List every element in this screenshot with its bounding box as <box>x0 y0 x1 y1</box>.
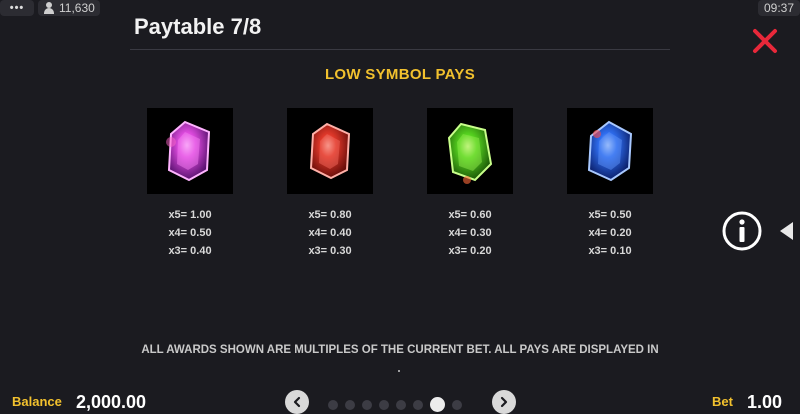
blue-gem-icon <box>567 108 653 194</box>
symbol-card: x5= 0.80 x4= 0.40 x3= 0.30 <box>287 108 373 260</box>
info-icon <box>722 211 762 251</box>
pay-x5: x5= 0.50 <box>588 209 632 221</box>
page-title: Paytable 7/8 <box>134 14 262 39</box>
title-divider <box>130 49 670 50</box>
menu-button[interactable]: ••• <box>0 0 34 16</box>
info-button[interactable] <box>722 211 762 251</box>
user-icon <box>43 2 55 14</box>
close-button[interactable] <box>752 28 778 54</box>
page-dot[interactable] <box>379 399 389 410</box>
chevron-left-icon <box>293 396 301 408</box>
bet-label: Bet <box>712 394 733 409</box>
pay-x4: x4= 0.50 <box>168 227 212 239</box>
symbol-card: x5= 1.00 x4= 0.50 x3= 0.40 <box>147 108 233 260</box>
clock: 09:37 <box>757 0 800 16</box>
pay-x5: x5= 1.00 <box>168 209 212 221</box>
page-dot[interactable] <box>345 399 355 410</box>
pay-x5: x5= 0.60 <box>448 209 492 221</box>
balance-label: Balance <box>12 394 62 409</box>
pay-x4: x4= 0.20 <box>588 227 632 239</box>
pay-x4: x4= 0.40 <box>308 227 352 239</box>
page-dot[interactable] <box>413 399 423 410</box>
page-dot[interactable] <box>396 399 406 410</box>
green-gem-icon <box>427 108 513 194</box>
footer-note: ALL AWARDS SHOWN ARE MULTIPLES OF THE CU… <box>141 344 659 356</box>
pay-x3: x3= 0.10 <box>588 245 632 257</box>
player-count: 11,630 <box>59 1 95 15</box>
pay-x3: x3= 0.30 <box>308 245 352 257</box>
page-dot[interactable] <box>328 399 338 410</box>
next-page-button[interactable] <box>492 390 516 414</box>
close-icon <box>753 29 777 53</box>
page-dot-active[interactable] <box>430 397 445 412</box>
page-indicator <box>328 397 462 412</box>
balance-value: 2,000.00 <box>76 392 147 412</box>
prev-page-button[interactable] <box>285 390 309 414</box>
bet-value[interactable]: 1.00 <box>747 392 782 413</box>
pay-x3: x3= 0.40 <box>168 245 212 257</box>
player-count-badge: 11,630 <box>38 0 100 16</box>
pink-gem-icon <box>147 108 233 194</box>
pay-x3: x3= 0.20 <box>448 245 492 257</box>
symbol-card: x5= 0.50 x4= 0.20 x3= 0.10 <box>567 108 653 260</box>
status-bar: ••• 11,630 <box>0 0 100 16</box>
symbol-card: x5= 0.60 x4= 0.30 x3= 0.20 <box>427 108 513 260</box>
pay-x5: x5= 0.80 <box>308 209 352 221</box>
side-panel-arrow-icon[interactable] <box>780 222 793 240</box>
menu-dots-icon: ••• <box>9 2 25 14</box>
page-dot[interactable] <box>452 399 462 410</box>
section-title: LOW SYMBOL PAYS <box>324 66 476 83</box>
page-dot[interactable] <box>362 399 372 410</box>
chevron-right-icon <box>500 396 508 408</box>
scroll-indicator-dot <box>398 370 400 372</box>
red-gem-icon <box>287 108 373 194</box>
pay-x4: x4= 0.30 <box>448 227 492 239</box>
